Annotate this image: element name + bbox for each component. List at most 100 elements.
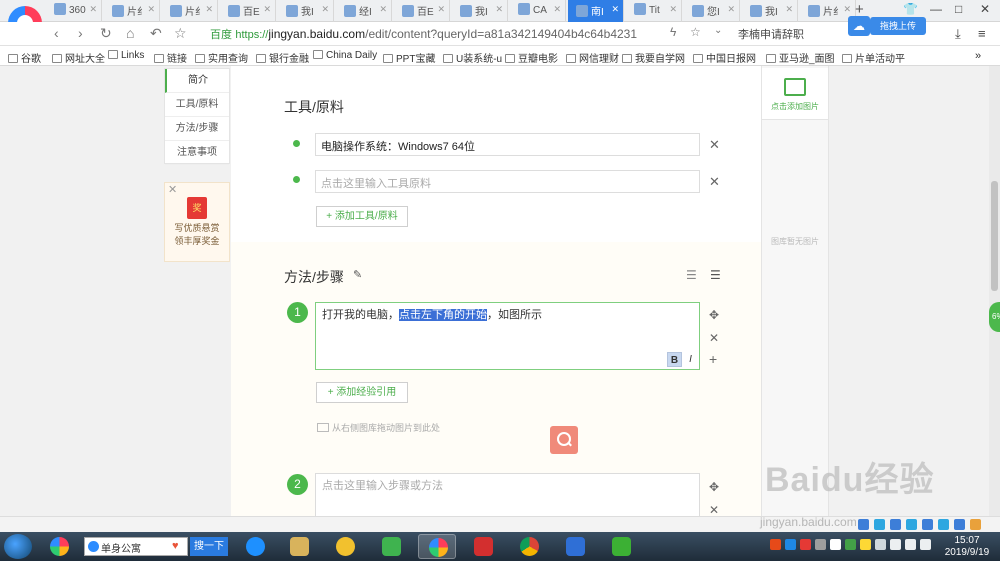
maximize-button[interactable]: □ [955,2,962,16]
tab-close-icon[interactable]: ✕ [553,4,561,15]
step-1-editor[interactable]: 打开我的电脑，点击左下角的开始，如图所示 [315,302,700,370]
undo-close-icon[interactable]: ↶ [150,25,162,42]
scrollbar-thumb[interactable] [991,181,998,291]
address-bar[interactable]: 百度 https://jingyan.baidu.com/edit/conten… [210,24,660,43]
browser-tab[interactable]: 片纟 ✕ [104,0,160,22]
status-icon[interactable] [954,519,965,530]
tray-icon[interactable] [830,539,841,550]
home-icon[interactable]: ⌂ [126,25,134,41]
tab-close-icon[interactable]: ✕ [669,4,677,15]
tray-icon[interactable] [860,539,871,550]
unordered-list-icon[interactable]: ☰ [710,268,721,282]
browser-tab[interactable]: 我I ✕ [742,0,798,22]
tray-icon[interactable] [815,539,826,550]
close-window-button[interactable]: ✕ [980,2,990,16]
tab-close-icon[interactable]: ✕ [205,4,213,15]
browser-tab[interactable]: 百E ✕ [394,0,450,22]
tray-icon[interactable] [785,539,796,550]
status-icon[interactable] [874,519,885,530]
bookmark-item[interactable]: Links [108,50,144,61]
minimize-button[interactable]: — [930,2,942,16]
browser-tab[interactable]: CA ✕ [510,0,566,22]
status-icon[interactable] [938,519,949,530]
bookmark-item[interactable]: PPT宝藏 [383,50,435,65]
tab-close-icon[interactable]: ✕ [147,4,155,15]
volume-icon[interactable] [905,539,916,550]
menu-icon[interactable]: ≡ [978,26,986,41]
status-icon[interactable] [906,519,917,530]
page-scrollbar[interactable] [989,66,1000,516]
browser-tab[interactable]: 百E ✕ [220,0,276,22]
tray-icon[interactable] [875,539,886,550]
tray-icon[interactable] [800,539,811,550]
heart-icon[interactable]: ♥ [172,540,179,552]
taskbar-app-chrome[interactable] [510,534,548,559]
tray-icon[interactable] [845,539,856,550]
system-clock[interactable]: 15:07 2019/9/19 [938,535,996,559]
taskbar-app-acrobat[interactable] [464,534,502,559]
remove-tool-1-icon[interactable]: ✕ [709,137,720,153]
bookmark-item[interactable]: 谷歌 [8,50,41,65]
outline-item[interactable]: 方法/步骤 [165,117,229,141]
floating-side-badge[interactable]: 6% [989,302,1000,332]
bookmark-item[interactable]: 我要自学网 [622,50,685,65]
tab-close-icon[interactable]: ✕ [263,4,271,15]
network-icon[interactable] [890,539,901,550]
browser-tab[interactable]: 片纟 ✕ [162,0,218,22]
taskbar-app-ie[interactable] [236,534,274,559]
outline-item[interactable]: 工具/原料 [165,93,229,117]
remove-tool-2-icon[interactable]: ✕ [709,174,720,190]
reload-icon[interactable]: ↻ [100,25,112,42]
italic-button[interactable]: I [683,352,698,367]
bookmark-item[interactable]: 银行金融 [256,50,309,65]
outline-item[interactable]: 简介 [165,69,229,93]
ordered-list-icon[interactable]: ☰ [686,268,697,282]
tab-close-icon[interactable]: ✕ [321,4,329,15]
tab-close-icon[interactable]: ✕ [495,4,503,15]
floating-search-icon[interactable] [550,426,578,454]
browser-tab[interactable]: 我I ✕ [278,0,334,22]
browser-tab[interactable]: 360 ✕ [46,0,102,22]
tab-close-icon[interactable]: ✕ [89,4,97,15]
browser-tab[interactable]: Tit ✕ [626,0,682,22]
favorite-star-icon[interactable]: ☆ [174,25,187,42]
bookmark-item[interactable]: 亚马逊_面图 [766,50,835,65]
lightning-icon[interactable]: ϟ [670,25,676,39]
bookmark-item[interactable]: 网址大全 [52,50,105,65]
bookmarks-more-button[interactable]: » [975,50,981,62]
bookmark-item[interactable]: 中国日报网 [693,50,756,65]
tool-input-2[interactable]: 点击这里输入工具原料 [315,170,700,193]
add-reference-button[interactable]: + 添加经验引用 [316,382,408,403]
search-suggest-text[interactable]: 李楠申请辞职 [738,26,804,42]
tab-close-icon[interactable]: ✕ [437,4,445,15]
bookmark-item[interactable]: 实用查询 [195,50,248,65]
step-2-editor[interactable]: 点击这里输入步骤或方法 [315,473,700,516]
add-step-icon[interactable]: + [709,351,717,367]
ime-icon[interactable] [920,539,931,550]
taskbar-app-baidu[interactable] [556,534,594,559]
status-icon[interactable] [858,519,869,530]
outline-item[interactable]: 注意事项 [165,141,229,165]
move-step-2-icon[interactable]: ✥ [709,480,719,494]
tab-close-icon[interactable]: ✕ [611,4,619,15]
bookmark-item[interactable]: 网信理财 [566,50,619,65]
bookmark-item[interactable]: 链接 [154,50,187,65]
taskbar-app-explorer[interactable] [280,534,318,559]
download-icon[interactable]: ⤓ [955,26,961,42]
dropdown-chevron-icon[interactable]: ⌄ [714,25,722,36]
taskbar-app-360[interactable] [40,534,78,559]
bookmark-item[interactable]: U装系统-u [443,50,502,65]
taskbar-app-wechat[interactable] [602,534,640,559]
browser-tab[interactable]: 我I ✕ [452,0,508,22]
edit-title-pencil-icon[interactable]: ✎ [353,268,362,281]
forward-icon[interactable]: › [78,25,83,41]
taskbar-app-browser-active[interactable] [418,534,456,559]
tab-close-icon[interactable]: ✕ [843,4,851,15]
tab-close-icon[interactable]: ✕ [785,4,793,15]
add-tool-button[interactable]: + 添加工具/原料 [316,206,408,227]
taskbar-app-media[interactable] [372,534,410,559]
status-icon[interactable] [922,519,933,530]
remove-step-1-icon[interactable]: ✕ [709,331,719,345]
remove-step-2-icon[interactable]: ✕ [709,503,719,516]
bold-button[interactable]: B [667,352,682,367]
